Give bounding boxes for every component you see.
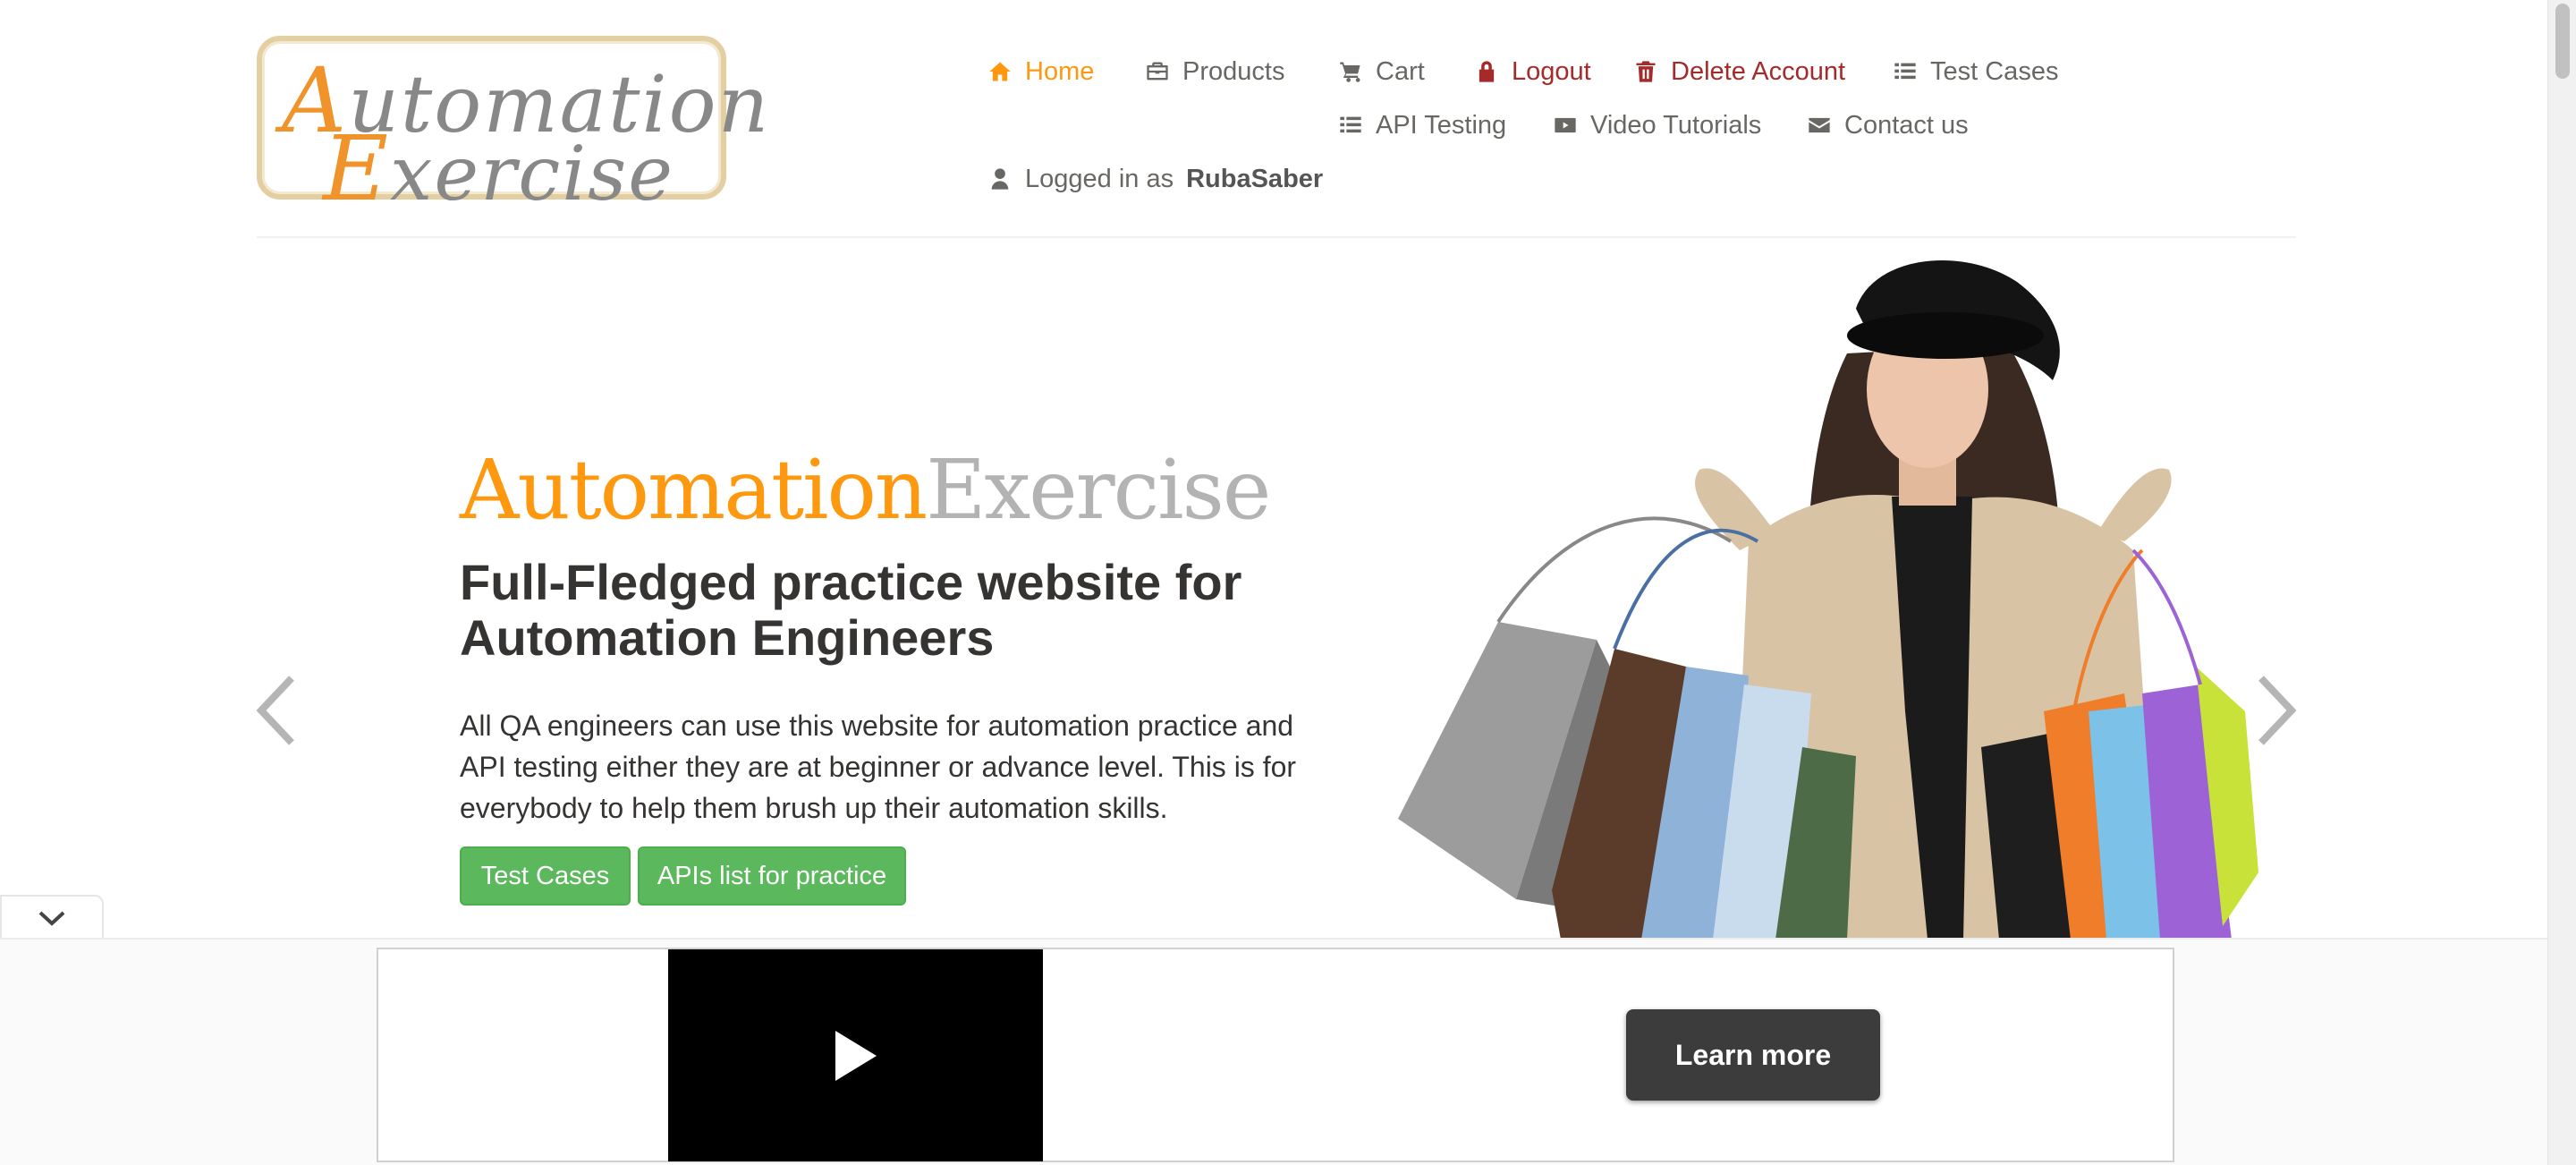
learn-more-button[interactable]: Learn more	[1626, 1009, 1880, 1101]
home-icon	[989, 62, 1011, 81]
nav-test-cases[interactable]: Test Cases	[1893, 52, 2058, 91]
nav-products[interactable]: Products	[1145, 52, 1284, 91]
logo-line2: Exercise	[323, 116, 674, 221]
slider-next-button[interactable]	[2254, 673, 2299, 748]
list-icon	[1340, 116, 1361, 133]
nav-video-tutorials[interactable]: Video Tutorials	[1553, 106, 1761, 145]
nav-api-testing[interactable]: API Testing	[1338, 106, 1506, 145]
youtube-icon	[1555, 117, 1576, 133]
header-divider	[257, 236, 2296, 238]
site-logo[interactable]: Automation Exercise	[257, 36, 768, 221]
slider-prev-button[interactable]	[254, 673, 299, 748]
nav-contact-us[interactable]: Contact us	[1807, 106, 1969, 145]
trash-icon	[1636, 61, 1656, 82]
ad-frame	[377, 948, 2174, 1162]
play-icon[interactable]	[835, 1030, 877, 1081]
apis-list-button[interactable]: APIs list for practice	[638, 846, 906, 906]
username: RubaSaber	[1186, 164, 1324, 193]
envelope-icon	[1809, 117, 1830, 133]
slider-brand-title: AutomationExercise	[460, 442, 1271, 538]
list-icon	[1894, 63, 1916, 80]
chevron-right-icon	[2258, 676, 2297, 745]
cart-icon	[1340, 62, 1360, 82]
nav-home[interactable]: Home	[987, 52, 1094, 91]
nav-delete-account[interactable]: Delete Account	[1633, 52, 1845, 91]
chevron-left-icon	[256, 676, 294, 745]
nav-logout[interactable]: Logout	[1474, 52, 1591, 91]
logged-in-status: Logged in as RubaSaber	[987, 159, 1323, 199]
ad-collapse-tab[interactable]	[0, 895, 104, 940]
slider-headline: Full-Fledged practice website for Automa…	[460, 554, 1242, 666]
hero-image	[1391, 246, 2258, 940]
slider-description: All QA engineers can use this website fo…	[460, 710, 1297, 824]
scrollbar-thumb[interactable]	[2555, 4, 2570, 79]
page-scrollbar[interactable]	[2547, 0, 2576, 1165]
lock-icon	[1479, 61, 1495, 82]
user-icon	[991, 168, 1009, 190]
nav-cart[interactable]: Cart	[1338, 52, 1425, 91]
chevron-down-icon	[38, 911, 65, 926]
test-cases-button[interactable]: Test Cases	[460, 846, 631, 906]
briefcase-icon	[1147, 62, 1168, 81]
ad-video-player[interactable]	[668, 949, 1043, 1161]
